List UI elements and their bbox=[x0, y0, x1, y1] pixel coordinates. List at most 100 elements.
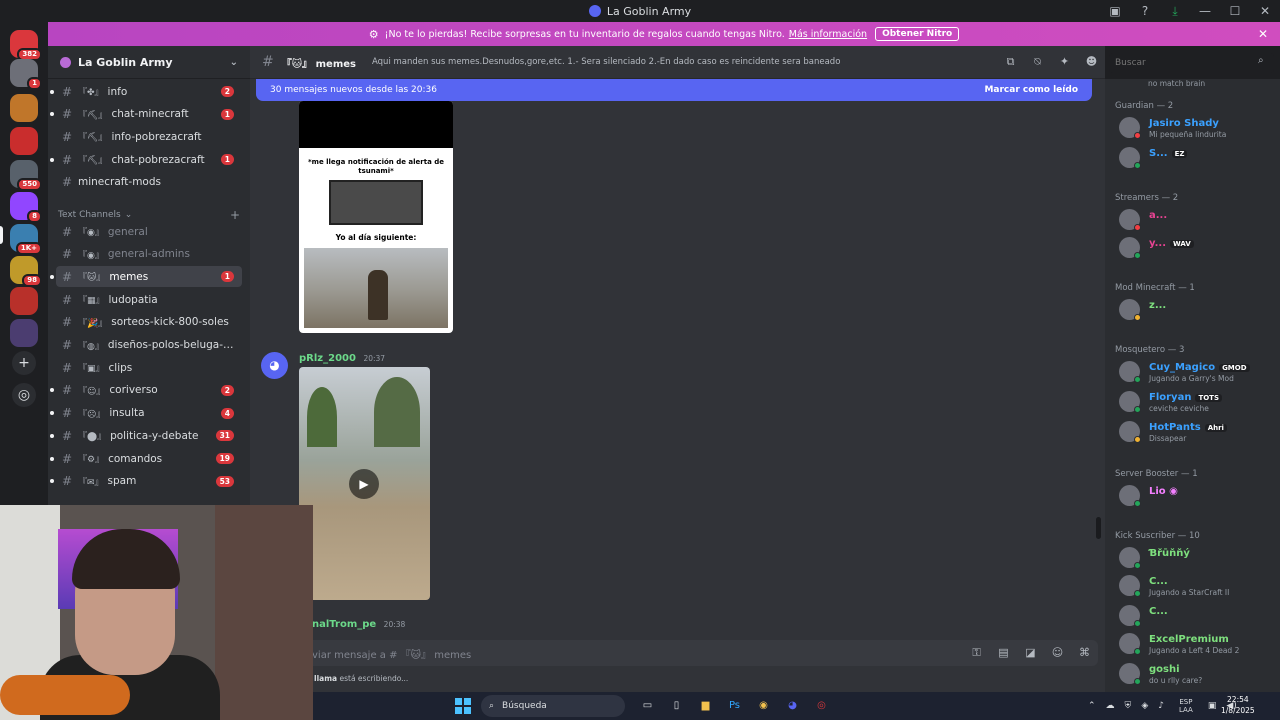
channel-comandos[interactable]: # 『⚙』 comandos 19 bbox=[50, 448, 242, 469]
discover-icon[interactable]: ◎ bbox=[12, 383, 36, 407]
server-icon[interactable] bbox=[10, 94, 38, 122]
add-server-icon[interactable]: + bbox=[12, 351, 36, 375]
wifi-icon[interactable]: ◈ bbox=[1141, 701, 1148, 711]
member-item[interactable]: z... bbox=[1119, 297, 1279, 321]
hash-icon: # bbox=[61, 406, 73, 421]
threads-icon[interactable]: ⧉ bbox=[997, 55, 1024, 69]
channel-ludopatia[interactable]: # 『▦』 ludopatia bbox=[56, 289, 242, 310]
server-icon[interactable]: 8 bbox=[10, 192, 42, 223]
members-icon[interactable]: ☻ bbox=[1078, 55, 1105, 69]
channel-minecraft-mods[interactable]: # minecraft-mods bbox=[56, 172, 242, 193]
channel-coriverso[interactable]: # 『☺』 coriverso 2 bbox=[50, 380, 242, 401]
server-icon[interactable]: 1 bbox=[10, 59, 42, 90]
shield-icon[interactable]: ⛨ bbox=[1125, 701, 1132, 711]
cloud-icon[interactable]: ☁ bbox=[1106, 701, 1115, 711]
meme-image-attachment[interactable]: *me llega notificación de alerta de tsun… bbox=[299, 101, 453, 333]
app-icon[interactable]: ◎ bbox=[807, 696, 836, 716]
apps-icon[interactable]: ⌘ bbox=[1071, 646, 1098, 660]
server-badge: 98 bbox=[22, 274, 42, 287]
member-item[interactable]: Cuy_Magico GMOD Jugando a Garry's Mod bbox=[1119, 359, 1279, 383]
server-icon[interactable]: 98 bbox=[10, 256, 42, 287]
server-icon[interactable]: 382 bbox=[10, 30, 42, 61]
message-input-placeholder[interactable]: viar mensaje a # 『🐱』 memes bbox=[312, 646, 471, 661]
category-label: Text Channels bbox=[58, 210, 121, 220]
member-item[interactable]: Lio ◉ bbox=[1119, 483, 1279, 507]
server-icon[interactable]: 550 bbox=[10, 160, 42, 191]
server-icon[interactable]: 1K+ bbox=[10, 224, 42, 255]
member-item[interactable]: y... WAV bbox=[1119, 235, 1279, 259]
search-input[interactable] bbox=[1109, 53, 1274, 73]
play-icon[interactable]: ▶ bbox=[349, 469, 379, 499]
message-author[interactable]: pRlz_2000 bbox=[299, 353, 356, 364]
help-icon[interactable]: ? bbox=[1130, 4, 1160, 18]
member-item[interactable]: S... EZ bbox=[1119, 145, 1279, 169]
channel-general-admins[interactable]: # 『◉』 general-admins bbox=[56, 244, 242, 265]
member-item[interactable]: HotPants Ahri Dissapear bbox=[1119, 419, 1279, 443]
channel-info[interactable]: # 『✤』 info 2 bbox=[50, 81, 242, 102]
channel-sorteos-kick-800-soles[interactable]: # 『🎉』 sorteos-kick-800-soles bbox=[56, 312, 242, 333]
channel-general[interactable]: # 『◉』 general bbox=[56, 221, 242, 242]
message-composer[interactable]: viar mensaje a # 『🐱』 memes ⚿ ▤ ◪ ☺ ⌘ bbox=[262, 640, 1098, 666]
task-view-icon[interactable]: ▭ bbox=[633, 696, 662, 716]
channel-chat-minecraft[interactable]: # 『⛏』 chat-minecraft 1 bbox=[50, 104, 242, 125]
scrollbar[interactable] bbox=[1096, 517, 1101, 539]
server-icon[interactable] bbox=[10, 319, 38, 347]
close-icon[interactable]: ✕ bbox=[1258, 27, 1268, 41]
channel-memes[interactable]: # 『🐱』 memes 1 bbox=[50, 266, 242, 288]
member-name: Cuy_Magico bbox=[1149, 362, 1216, 373]
taskbar-clock[interactable]: 22:54 1/8/2025 bbox=[1221, 694, 1255, 716]
member-item[interactable]: C... bbox=[1119, 603, 1279, 627]
windows-start-icon[interactable] bbox=[455, 698, 471, 714]
channel-chat-pobrezacraft[interactable]: # 『⛏』 chat-pobrezacraft 1 bbox=[50, 149, 242, 170]
member-item[interactable]: goshi do u rlly care? bbox=[1119, 661, 1279, 685]
member-item[interactable]: Floryan TOTS ceviche ceviche bbox=[1119, 389, 1279, 413]
close-window-button[interactable]: ✕ bbox=[1250, 4, 1280, 18]
channel-info-pobrezacraft[interactable]: # 『⛏』 info-pobrezacraft bbox=[56, 126, 242, 147]
minimize-button[interactable]: — bbox=[1190, 4, 1220, 18]
server-icon[interactable] bbox=[10, 127, 38, 155]
channel-dise-os-polos-beluga-ar[interactable]: # 『◍』 diseños-polos-beluga-ar... bbox=[56, 335, 242, 356]
member-item[interactable]: ExcelPremium Jugando a Left 4 Dead 2 bbox=[1119, 631, 1279, 655]
channel-politica-y-debate[interactable]: # 『⬤』 politica-y-debate 31 bbox=[50, 425, 242, 446]
language-indicator[interactable]: ESP LAA bbox=[1174, 698, 1198, 714]
emoji-icon[interactable]: ☺ bbox=[1044, 646, 1071, 660]
channel-emoji: 『▣』 bbox=[78, 364, 105, 375]
guild-header[interactable]: La Goblin Army ⌄ bbox=[48, 46, 250, 79]
mic-icon[interactable]: ♪ bbox=[1158, 701, 1164, 711]
channel-spam[interactable]: # 『✉』 spam 53 bbox=[50, 471, 242, 492]
pin-icon[interactable]: ✦ bbox=[1051, 55, 1078, 69]
member-activity: Dissapear bbox=[1149, 434, 1187, 443]
get-nitro-button[interactable]: Obtener Nitro bbox=[875, 27, 960, 41]
channel-insulta[interactable]: # 『☹』 insulta 4 bbox=[50, 403, 242, 424]
gift-icon[interactable]: ⚿ bbox=[963, 646, 990, 660]
channel-topic[interactable]: Aqui manden sus memes.Desnudos,gore,etc.… bbox=[372, 57, 840, 67]
nitro-more-info-link[interactable]: Más información bbox=[789, 29, 867, 40]
taskbar-search[interactable]: ⌕ Búsqueda bbox=[481, 695, 625, 717]
photoshop-icon[interactable]: Ps bbox=[720, 696, 749, 716]
file-icon[interactable]: ▯ bbox=[662, 696, 691, 716]
mark-as-read-button[interactable]: Marcar como leído bbox=[984, 85, 1078, 95]
download-icon[interactable]: ⤓ bbox=[1160, 4, 1190, 19]
add-channel-icon[interactable]: + bbox=[230, 208, 240, 222]
member-item[interactable]: Jasiro Shady Mi pequeña lindurita bbox=[1119, 115, 1279, 139]
video-attachment[interactable]: ▶ bbox=[299, 367, 430, 600]
sticker-icon[interactable]: ◪ bbox=[1017, 646, 1044, 660]
new-messages-bar[interactable]: 30 mensajes nuevos desde las 20:36 Marca… bbox=[256, 79, 1092, 101]
member-item[interactable]: Ɓřūňňý bbox=[1119, 545, 1279, 569]
message-author[interactable]: nalTrom_pe bbox=[312, 619, 376, 630]
folder-icon[interactable]: ▆ bbox=[691, 696, 720, 716]
member-item[interactable]: a... bbox=[1119, 207, 1279, 231]
avatar[interactable]: ◕ bbox=[261, 352, 288, 379]
chrome-icon[interactable]: ◉ bbox=[749, 696, 778, 716]
server-icon[interactable] bbox=[10, 287, 38, 315]
discord-icon[interactable]: ◕ bbox=[778, 696, 807, 716]
inbox-icon[interactable]: ▣ bbox=[1100, 4, 1130, 18]
channel-clips[interactable]: # 『▣』 clips bbox=[56, 357, 242, 378]
display-icon[interactable]: ▣ bbox=[1208, 701, 1217, 711]
maximize-button[interactable]: ☐ bbox=[1220, 4, 1250, 18]
category-text-channels[interactable]: Text Channels ⌄ + bbox=[58, 208, 240, 222]
member-item[interactable]: C... Jugando a StarCraft II bbox=[1119, 573, 1279, 597]
bell-muted-icon[interactable]: ⍉ bbox=[1024, 55, 1051, 69]
chevron-up-icon[interactable]: ⌃ bbox=[1088, 701, 1096, 711]
gif-icon[interactable]: ▤ bbox=[990, 646, 1017, 660]
